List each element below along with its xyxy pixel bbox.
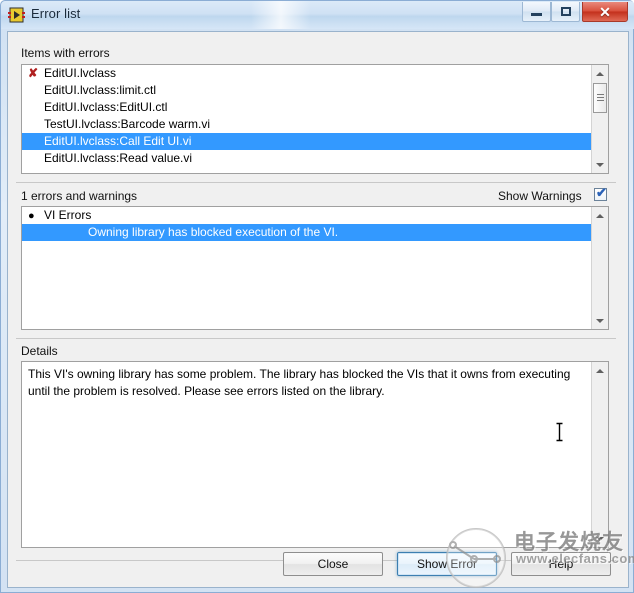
scroll-down-arrow-errors[interactable] [592,312,608,329]
minimize-button[interactable] [522,2,551,22]
scrollbar-grip-icon [597,94,604,103]
errors-and-warnings-label: 1 errors and warnings [21,189,138,203]
items-list-item-row[interactable]: EditUI.lvclass:limit.ctl [22,82,591,99]
triangle-up-icon [596,368,604,373]
triangle-up-icon [596,71,604,76]
scroll-up-arrow-errors[interactable] [592,207,608,224]
close-window-button[interactable]: ✕ [582,2,628,22]
items-with-errors-list[interactable]: ✘ EditUI.lvclass EditUI.lvclass:limit.ctl E… [21,64,609,174]
window-title: Error list [31,6,81,21]
items-list-scrollbar[interactable] [591,65,608,173]
minimize-icon [531,12,542,16]
details-label: Details [21,344,58,358]
items-list-item-row[interactable]: EditUI.lvclass:EditUI.ctl [22,99,591,116]
bullet-icon: ● [28,210,35,222]
details-scrollbar[interactable] [591,362,608,547]
errors-list-scrollbar[interactable] [591,207,608,329]
items-list-item-row[interactable]: ✘ EditUI.lvclass [22,65,591,82]
scroll-down-arrow-items[interactable] [592,156,608,173]
titlebar-glare [251,1,311,29]
errors-list-item-row-label: VI Errors [44,208,92,222]
title-bar[interactable]: Error list ✕ [1,1,634,29]
triangle-up-icon [596,213,604,218]
scroll-up-arrow-items[interactable] [592,65,608,82]
items-list-item-row-label: EditUI.lvclass:Call Edit UI.vi [44,134,192,148]
maximize-icon [560,7,571,16]
items-list-item-row-label: EditUI.lvclass:EditUI.ctl [44,100,168,114]
items-list-item-row-label: EditUI.lvclass:limit.ctl [44,83,157,97]
errors-and-warnings-list[interactable]: ● VI Errors Owning library has blocked exe… [21,206,609,330]
maximize-button[interactable] [551,2,580,22]
details-text: This VI's owning library has some proble… [28,367,571,398]
items-with-errors-label: Items with errors [21,46,110,60]
details-textbox[interactable]: This VI's owning library has some proble… [21,361,609,548]
labview-vi-icon [8,7,25,23]
items-list-item-row-label: EditUI.lvclass [44,66,117,80]
scroll-up-arrow-details[interactable] [592,362,608,379]
close-icon: ✕ [599,3,611,20]
close-button[interactable]: Close [283,552,383,576]
errors-list-item-row[interactable]: ● VI Errors [22,207,591,224]
section-separator-1 [16,182,616,183]
help-button[interactable]: Help [511,552,611,576]
items-list-item-row[interactable]: EditUI.lvclass:Read value.vi [22,150,591,167]
dialog-content: Items with errors ✘ EditUI.lvclass EditUI.… [7,31,629,588]
triangle-down-icon [596,318,604,323]
show-error-button[interactable]: Show Error [397,552,497,576]
show-warnings-checkbox[interactable]: ✔ [594,185,607,201]
section-separator-2 [16,338,616,339]
dialog-window: Error list ✕ Items with errors ✘ EditUI.l… [0,0,634,593]
errors-list-item-row[interactable]: Owning library has blocked execution of … [22,224,591,241]
items-list-item-row[interactable]: EditUI.lvclass:Call Edit UI.vi [22,133,591,150]
scrollbar-thumb-items[interactable] [593,83,607,113]
items-list-item-row[interactable]: TestUI.lvclass:Barcode warm.vi [22,116,591,133]
errors-list-rows[interactable]: ● VI Errors Owning library has blocked exe… [22,207,591,329]
error-mark-icon: ✘ [28,66,39,80]
items-list-item-row-label: TestUI.lvclass:Barcode warm.vi [44,117,211,131]
errors-list-item-row-label: Owning library has blocked execution of … [88,225,339,239]
triangle-down-icon [596,162,604,167]
items-list-rows[interactable]: ✘ EditUI.lvclass EditUI.lvclass:limit.ctl E… [22,65,591,173]
triangle-down-icon [596,536,604,541]
show-warnings-label: Show Warnings [498,189,582,203]
items-list-item-row-label: EditUI.lvclass:Read value.vi [44,151,193,165]
scroll-down-arrow-details[interactable] [592,530,608,547]
checkmark-icon: ✔ [596,185,607,200]
